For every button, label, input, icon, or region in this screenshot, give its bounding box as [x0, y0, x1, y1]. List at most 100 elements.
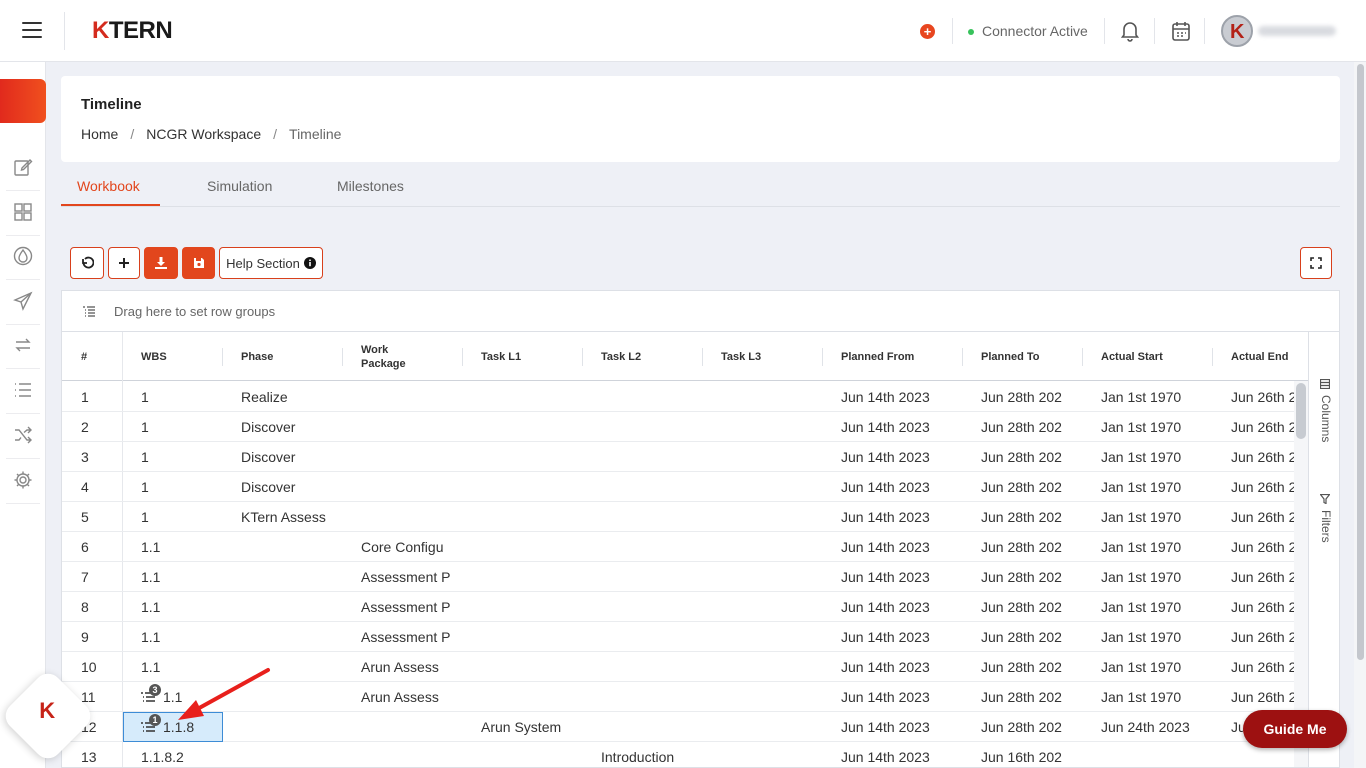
cell-planned-to[interactable]: Jun 28th 202 [981, 682, 1081, 712]
cell-phase[interactable]: Discover [241, 472, 341, 502]
cell-phase[interactable] [241, 742, 341, 767]
gear-icon[interactable] [13, 470, 33, 490]
cell-actual-start[interactable]: Jan 1st 1970 [1101, 502, 1211, 532]
cell-actual-start[interactable]: Jan 1st 1970 [1101, 472, 1211, 502]
add-circle-icon[interactable]: + [920, 24, 935, 39]
cell-work-package[interactable] [361, 502, 461, 532]
cell-phase[interactable]: Discover [241, 442, 341, 472]
cell-number[interactable]: 10 [81, 652, 121, 682]
cell-phase[interactable] [241, 622, 341, 652]
cell-actual-start[interactable]: Jan 1st 1970 [1101, 442, 1211, 472]
avatar[interactable]: K [1221, 15, 1253, 47]
table-row[interactable]: 5 1 KTern Assess Jun 14th 2023 Jun 28th 202 J… [62, 502, 1294, 532]
cell-task-l1[interactable]: Arun System [481, 712, 581, 742]
cell-phase[interactable] [241, 592, 341, 622]
row-group-bar[interactable]: Drag here to set row groups [62, 291, 1339, 332]
cell-actual-end[interactable]: Jun 26th 2 [1231, 592, 1294, 622]
column-divider[interactable] [822, 348, 823, 366]
guide-me-button[interactable]: Guide Me [1243, 710, 1347, 748]
cell-phase[interactable]: KTern Assess [241, 502, 341, 532]
table-row[interactable]: 1 1 Realize Jun 14th 2023 Jun 28th 202 Jan 1s… [62, 382, 1294, 412]
cell-planned-from[interactable]: Jun 14th 2023 [841, 532, 961, 562]
tab-simulation[interactable]: Simulation [207, 178, 272, 194]
cell-task-l2[interactable] [601, 562, 701, 592]
page-scrollbar-thumb[interactable] [1357, 64, 1364, 660]
cell-task-l2[interactable] [601, 442, 701, 472]
cell-planned-from[interactable]: Jun 14th 2023 [841, 442, 961, 472]
cell-actual-start[interactable]: Jun 24th 2023 [1101, 712, 1211, 742]
cell-actual-start[interactable]: Jan 1st 1970 [1101, 562, 1211, 592]
cell-planned-to[interactable]: Jun 28th 202 [981, 562, 1081, 592]
cell-number[interactable]: 3 [81, 442, 121, 472]
cell-number[interactable]: 2 [81, 412, 121, 442]
table-row[interactable]: 4 1 Discover Jun 14th 2023 Jun 28th 202 Jan 1… [62, 472, 1294, 502]
columns-icon[interactable] [1320, 379, 1330, 389]
cell-actual-start[interactable]: Jan 1st 1970 [1101, 682, 1211, 712]
cell-number[interactable]: 7 [81, 562, 121, 592]
cell-phase[interactable] [241, 562, 341, 592]
cell-task-l1[interactable] [481, 682, 581, 712]
column-divider[interactable] [342, 348, 343, 366]
cell-work-package[interactable] [361, 742, 461, 767]
cell-task-l1[interactable] [481, 502, 581, 532]
column-divider[interactable] [462, 348, 463, 366]
table-row[interactable]: 2 1 Discover Jun 14th 2023 Jun 28th 202 Jan 1… [62, 412, 1294, 442]
undo-button[interactable] [70, 247, 104, 279]
cell-planned-from[interactable]: Jun 14th 2023 [841, 562, 961, 592]
column-divider[interactable] [702, 348, 703, 366]
cell-task-l1[interactable] [481, 532, 581, 562]
cell-wbs[interactable]: 1 [141, 382, 221, 412]
drop-icon[interactable] [13, 246, 33, 266]
send-icon[interactable] [13, 291, 33, 311]
cell-planned-from[interactable]: Jun 14th 2023 [841, 412, 961, 442]
table-row[interactable]: 13 1.1.8.2 Introduction Jun 14th 2023 Jun 16… [62, 742, 1294, 767]
cell-actual-end[interactable]: Jun 26th 2 [1231, 562, 1294, 592]
cell-task-l2[interactable] [601, 712, 701, 742]
cell-actual-start[interactable]: Jan 1st 1970 [1101, 622, 1211, 652]
cell-planned-from[interactable]: Jun 14th 2023 [841, 742, 961, 767]
column-divider[interactable] [582, 348, 583, 366]
cell-task-l2[interactable] [601, 592, 701, 622]
column-divider[interactable] [962, 348, 963, 366]
cell-planned-from[interactable]: Jun 14th 2023 [841, 592, 961, 622]
cell-task-l2[interactable] [601, 652, 701, 682]
cell-planned-to[interactable]: Jun 28th 202 [981, 382, 1081, 412]
cell-task-l2[interactable] [601, 382, 701, 412]
cell-planned-from[interactable]: Jun 14th 2023 [841, 472, 961, 502]
cell-work-package[interactable] [361, 442, 461, 472]
edit-icon[interactable] [13, 157, 33, 177]
cell-planned-to[interactable]: Jun 16th 202 [981, 742, 1081, 767]
cell-wbs[interactable]: 1 [141, 412, 221, 442]
tab-workbook[interactable]: Workbook [77, 178, 140, 194]
cell-wbs[interactable]: 1 [141, 502, 221, 532]
cell-actual-start[interactable]: Jan 1st 1970 [1101, 652, 1211, 682]
cell-actual-end[interactable]: Jun 26th 2 [1231, 382, 1294, 412]
table-row[interactable]: 3 1 Discover Jun 14th 2023 Jun 28th 202 Jan 1… [62, 442, 1294, 472]
cell-actual-start[interactable]: Jan 1st 1970 [1101, 592, 1211, 622]
download-button[interactable] [144, 247, 178, 279]
cell-wbs[interactable]: 1.1 [141, 592, 221, 622]
fullscreen-button[interactable] [1300, 247, 1332, 279]
cell-task-l1[interactable] [481, 382, 581, 412]
column-header-planned-to[interactable]: Planned To [981, 332, 1039, 381]
cell-task-l2[interactable] [601, 472, 701, 502]
cell-work-package[interactable]: Arun Assess [361, 652, 461, 682]
breadcrumb-workspace[interactable]: NCGR Workspace [146, 126, 261, 142]
cell-actual-start[interactable]: Jan 1st 1970 [1101, 412, 1211, 442]
cell-planned-to[interactable]: Jun 28th 202 [981, 502, 1081, 532]
hamburger-icon[interactable] [22, 22, 42, 40]
cell-planned-to[interactable]: Jun 28th 202 [981, 712, 1081, 742]
cell-actual-end[interactable]: Jun 26th 2 [1231, 622, 1294, 652]
column-header-actual-start[interactable]: Actual Start [1101, 332, 1163, 381]
column-divider[interactable] [1082, 348, 1083, 366]
column-header-planned-from[interactable]: Planned From [841, 332, 914, 381]
cell-wbs[interactable]: 1.1 [141, 622, 221, 652]
column-header-wbs[interactable]: WBS [141, 332, 167, 381]
cell-work-package[interactable]: Arun Assess [361, 682, 461, 712]
cell-actual-end[interactable]: Jun 26th 2 [1231, 652, 1294, 682]
cell-task-l2[interactable] [601, 622, 701, 652]
cell-task-l2[interactable] [601, 502, 701, 532]
column-header-actual-end[interactable]: Actual End [1231, 332, 1288, 381]
cell-work-package[interactable] [361, 712, 461, 742]
cell-wbs[interactable]: 1.1 [141, 532, 221, 562]
